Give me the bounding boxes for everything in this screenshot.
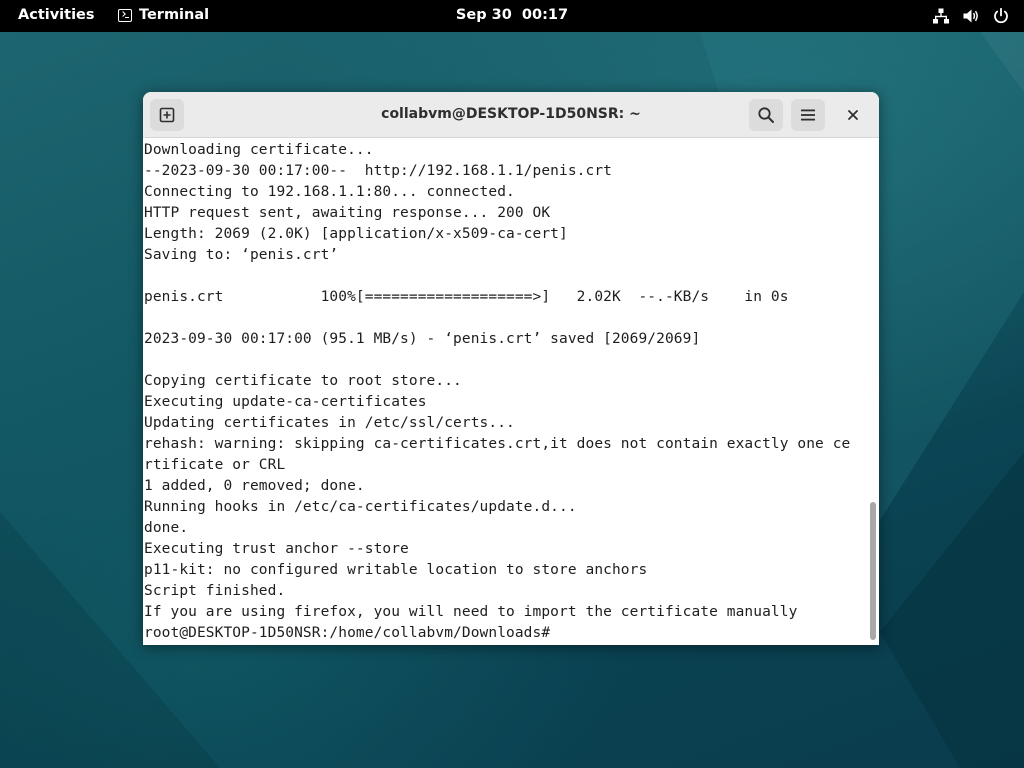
volume-icon	[963, 9, 978, 23]
power-icon	[994, 7, 1008, 24]
terminal-line: Script finished.	[144, 583, 286, 599]
scrollbar-thumb[interactable]	[870, 502, 876, 640]
close-button[interactable]	[839, 101, 867, 129]
clock-date: Sep 30	[455, 7, 512, 23]
hamburger-menu-icon	[801, 109, 815, 121]
terminal-line: Running hooks in /etc/ca-certificates/up…	[144, 499, 577, 515]
terminal-line: If you are using firefox, you will need …	[144, 604, 798, 620]
terminal-line: p11-kit: no configured writable location…	[144, 562, 648, 578]
main-menu-button[interactable]	[791, 99, 825, 131]
search-button[interactable]	[749, 99, 783, 131]
terminal-window: collabvm@DESKTOP-1D50NSR: ~ Downloading …	[143, 92, 879, 645]
terminal-line: rtificate or CRL	[144, 457, 286, 473]
new-tab-button[interactable]	[150, 99, 184, 131]
app-menu-button[interactable]: Terminal	[118, 7, 209, 23]
terminal-line: Updating certificates in /etc/ssl/certs.…	[144, 415, 515, 431]
terminal-line: Connecting to 192.168.1.1:80... connecte…	[144, 184, 515, 200]
terminal-line: rehash: warning: skipping ca-certificate…	[144, 436, 851, 452]
terminal-scrollbar[interactable]	[867, 138, 879, 645]
search-icon	[758, 107, 774, 123]
new-tab-icon	[159, 107, 175, 123]
terminal-line: Executing update-ca-certificates	[144, 394, 427, 410]
terminal-line: Executing trust anchor --store	[144, 541, 409, 557]
network-icon	[933, 8, 949, 24]
system-tray[interactable]	[932, 7, 1010, 25]
terminal-line: Downloading certificate...	[144, 142, 374, 158]
activities-button[interactable]: Activities	[18, 7, 95, 23]
top-bar: Activities Terminal Sep 30 00:17	[0, 0, 1024, 32]
clock-button[interactable]: Sep 30 00:17	[456, 7, 568, 23]
terminal-output[interactable]: Downloading certificate... --2023-09-30 0…	[143, 138, 867, 645]
terminal-line: Copying certificate to root store...	[144, 373, 462, 389]
terminal-app-icon	[118, 8, 132, 22]
close-icon	[848, 110, 858, 120]
terminal-line: 1 added, 0 removed; done.	[144, 478, 365, 494]
terminal-line: Length: 2069 (2.0K) [application/x-x509-…	[144, 226, 568, 242]
terminal-line: done.	[144, 520, 189, 536]
terminal-line: HTTP request sent, awaiting response... …	[144, 205, 551, 221]
terminal-line: Saving to: ‘penis.crt’	[144, 247, 339, 263]
terminal-line: root@DESKTOP-1D50NSR:/home/collabvm/Down…	[144, 625, 551, 641]
terminal-line: --2023-09-30 00:17:00-- http://192.168.1…	[144, 163, 612, 179]
app-menu-label: Terminal	[139, 7, 210, 23]
terminal-line: penis.crt 100%[===================>] 2.0…	[144, 289, 789, 305]
terminal-line: 2023-09-30 00:17:00 (95.1 MB/s) - ‘penis…	[144, 331, 701, 347]
header-bar[interactable]: collabvm@DESKTOP-1D50NSR: ~	[143, 92, 879, 138]
clock-time: 00:17	[521, 7, 569, 23]
